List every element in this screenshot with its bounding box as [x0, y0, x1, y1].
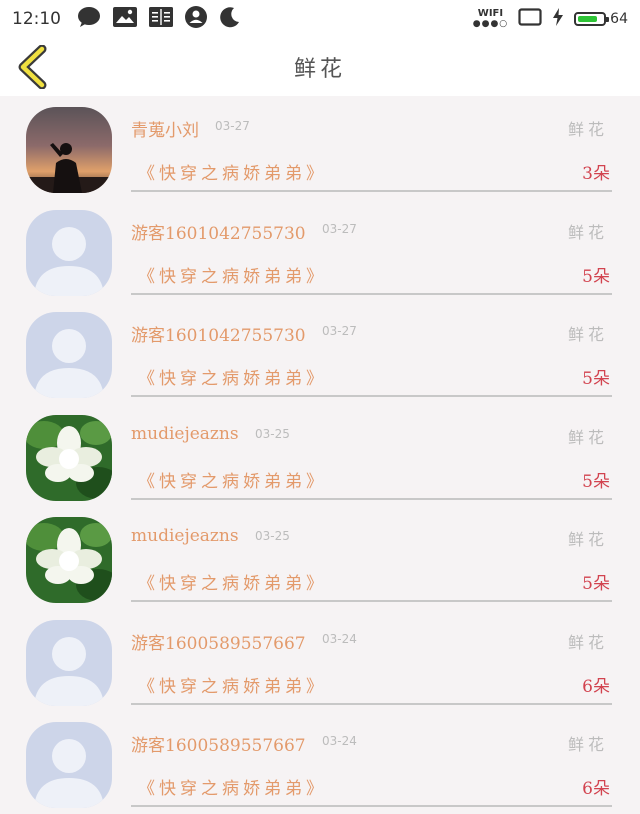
- gift-type-label: 鲜花: [567, 427, 608, 447]
- gift-date: 03-24: [322, 631, 357, 646]
- gift-record-row-5[interactable]: mudiejeazns 03-25 鲜花 《快穿之病娇弟弟》 5朵: [0, 506, 640, 609]
- chat-icon: [77, 6, 101, 32]
- book-title: 《快穿之病娇弟弟》: [138, 164, 327, 184]
- status-left: 12:10: [12, 6, 241, 32]
- back-button[interactable]: [14, 44, 54, 90]
- default-avatar-icon: [26, 312, 112, 398]
- gift-type-label: 鲜花: [567, 530, 608, 549]
- row-divider: [131, 805, 612, 807]
- flower-count: 6朵: [582, 779, 610, 799]
- status-right: WIFI ●●●○ 64: [473, 8, 628, 30]
- gift-record-row-1[interactable]: 青蒐小刘 03-27 鲜花 《快穿之病娇弟弟》 3朵: [0, 96, 640, 199]
- gift-type-label: 鲜花: [567, 325, 608, 344]
- header: 鲜花: [0, 38, 640, 96]
- gift-record-row-2[interactable]: 游客1601042755730 03-27 鲜花 《快穿之病娇弟弟》 5朵: [0, 199, 640, 302]
- book-title: 《快穿之病娇弟弟》: [138, 266, 327, 287]
- gift-type-label: 鲜花: [567, 222, 608, 242]
- battery: 64: [574, 11, 628, 27]
- user-name: 游客1601042755730: [131, 326, 306, 346]
- gift-record-row-6[interactable]: 游客1600589557667 03-24 鲜花 《快穿之病娇弟弟》 6朵: [0, 609, 640, 712]
- default-avatar-icon: [26, 209, 112, 296]
- gift-record-list: 青蒐小刘 03-27 鲜花 《快穿之病娇弟弟》 3朵 游客16010427557…: [0, 96, 640, 814]
- avatar[interactable]: [26, 107, 112, 193]
- user-name: 游客1600589557667: [131, 736, 306, 756]
- book-title: 《快穿之病娇弟弟》: [138, 574, 327, 594]
- row-divider: [131, 600, 612, 602]
- gift-date: 03-27: [322, 324, 357, 338]
- user-name: 游客1601042755730: [131, 223, 306, 244]
- flower-count: 3朵: [582, 164, 610, 184]
- gift-type-label: 鲜花: [567, 120, 608, 139]
- battery-fill: [578, 16, 598, 22]
- battery-level: 64: [610, 11, 628, 27]
- gift-record-row-3[interactable]: 游客1601042755730 03-27 鲜花 《快穿之病娇弟弟》 5朵: [0, 301, 640, 404]
- book-title: 《快穿之病娇弟弟》: [138, 779, 327, 799]
- book-title: 《快穿之病娇弟弟》: [138, 676, 327, 697]
- avatar[interactable]: [26, 722, 112, 808]
- default-avatar-icon: [26, 722, 112, 808]
- gift-date: 03-27: [215, 119, 250, 133]
- account-icon: [185, 6, 207, 32]
- moon-icon: [219, 6, 241, 32]
- gift-date: 03-25: [255, 426, 290, 441]
- flower-count: 5朵: [582, 574, 610, 594]
- user-name: 游客1600589557667: [131, 633, 306, 654]
- row-divider: [131, 292, 612, 295]
- page-title: 鲜花: [293, 57, 346, 82]
- flower-count: 5朵: [582, 471, 610, 492]
- user-name: mudiejeazns: [131, 526, 239, 546]
- charging-icon: [552, 8, 564, 30]
- user-name: 青蒐小刘: [131, 121, 199, 141]
- avatar[interactable]: [26, 312, 112, 398]
- avatar[interactable]: [26, 209, 112, 296]
- avatar[interactable]: [26, 414, 112, 501]
- wifi-icon: WIFI ●●●○: [472, 8, 509, 30]
- white-flower-icon: [26, 414, 112, 501]
- row-divider: [131, 395, 612, 397]
- battery-icon: [574, 12, 610, 26]
- gift-date: 03-24: [322, 734, 357, 748]
- gift-date: 03-27: [322, 221, 357, 236]
- flower-count: 5朵: [582, 369, 610, 389]
- row-divider: [131, 190, 612, 192]
- wifi-label: WIFI: [477, 8, 504, 19]
- status-bar: 12:10 WIFI ●●●○ 64: [0, 0, 640, 38]
- gift-record-row-4[interactable]: mudiejeazns 03-25 鲜花 《快穿之病娇弟弟》 5朵: [0, 404, 640, 507]
- flower-count: 6朵: [582, 676, 610, 697]
- image-icon: [113, 7, 137, 31]
- clock: 12:10: [12, 9, 61, 29]
- avatar[interactable]: [26, 517, 112, 603]
- chevron-left-icon: [18, 44, 47, 90]
- white-flower-icon: [26, 517, 112, 603]
- book-title: 《快穿之病娇弟弟》: [138, 471, 327, 492]
- row-divider: [131, 497, 612, 500]
- default-avatar-icon: [26, 619, 112, 706]
- gift-record-row-7[interactable]: 游客1600589557667 03-24 鲜花 《快穿之病娇弟弟》 6朵: [0, 711, 640, 814]
- book-title: 《快穿之病娇弟弟》: [138, 369, 327, 389]
- screen-rotate-icon: [518, 8, 542, 30]
- book-icon: [149, 7, 173, 31]
- sunset-silhouette-icon: [26, 107, 112, 193]
- avatar[interactable]: [26, 619, 112, 706]
- user-name: mudiejeazns: [131, 423, 239, 444]
- gift-date: 03-25: [255, 529, 290, 543]
- flower-count: 5朵: [582, 266, 610, 287]
- gift-type-label: 鲜花: [567, 735, 608, 754]
- row-divider: [131, 702, 612, 705]
- gift-type-label: 鲜花: [567, 632, 608, 652]
